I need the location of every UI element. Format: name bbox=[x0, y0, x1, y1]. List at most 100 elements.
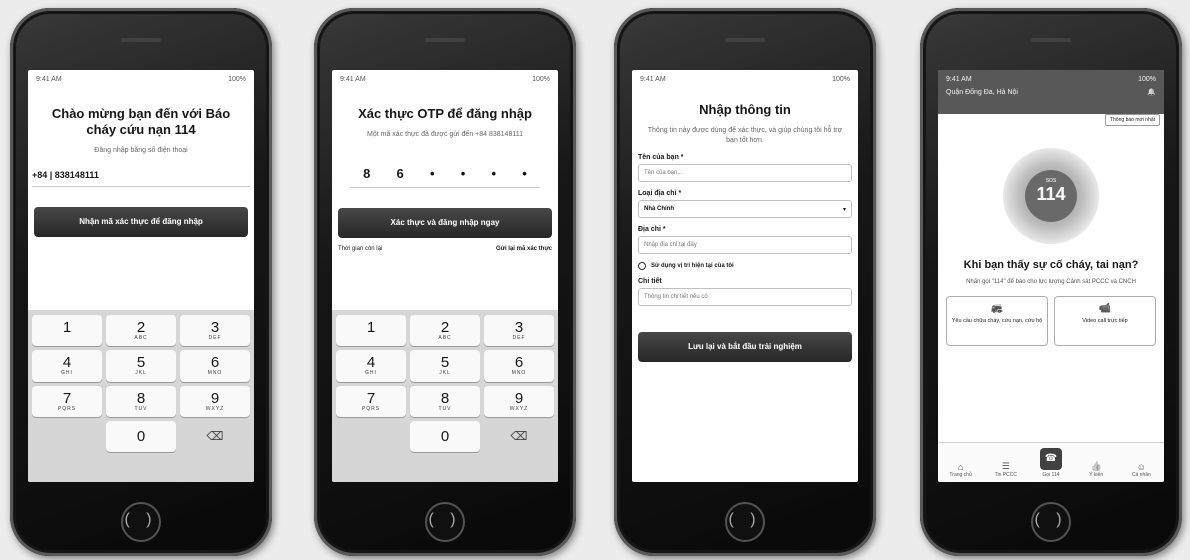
otp-title: Xác thực OTP để đăng nhập bbox=[358, 106, 532, 121]
address-type-select[interactable]: Nhà Chính ▾ bbox=[638, 200, 852, 218]
key-9[interactable]: 9 WXYZ bbox=[180, 385, 250, 417]
video-call-button[interactable]: 📹 Video call trực tiếp bbox=[1054, 296, 1156, 346]
save-start-button[interactable]: Lưu lại và bắt đầu trải nghiệm bbox=[638, 332, 852, 362]
key-digit: 1 bbox=[366, 319, 376, 337]
otp-subtitle: Một mã xác thực đã được gửi đến +84 8381… bbox=[367, 131, 523, 138]
otp-input[interactable]: 8 6 • • • • bbox=[350, 166, 540, 188]
phone-otp: 9:41 AM 100% Xác thực OTP để đăng nhập M… bbox=[314, 8, 576, 556]
key-digit: 2 bbox=[136, 319, 146, 337]
key-digit: 4 bbox=[366, 354, 376, 372]
status-time: 9:41 AM bbox=[946, 75, 972, 83]
key-letters: JKL bbox=[135, 370, 147, 377]
tab-home[interactable]: ⌂ Trang chủ bbox=[941, 462, 981, 478]
key-0[interactable]: 0 bbox=[410, 420, 480, 452]
key-7[interactable]: 7 PQRS bbox=[336, 385, 406, 417]
sos-badge: SOS 114 bbox=[1025, 170, 1077, 222]
bell-icon[interactable]: 🔔 bbox=[1147, 88, 1156, 96]
status-bar: 9:41 AM 100% bbox=[332, 70, 558, 88]
home-button[interactable] bbox=[1031, 502, 1071, 542]
key-digit: 6 bbox=[514, 354, 524, 372]
news-icon: ☰ bbox=[1001, 461, 1010, 471]
use-location-option[interactable]: Sử dụng vị trí hiện tại của tôi bbox=[638, 262, 852, 270]
resend-otp-link[interactable]: Gửi lại mã xác thực bbox=[496, 246, 552, 252]
key-0[interactable]: 0 bbox=[106, 420, 176, 452]
key-1[interactable]: 1 bbox=[32, 315, 102, 347]
key-7[interactable]: 7 PQRS bbox=[32, 385, 102, 417]
home-button[interactable] bbox=[725, 502, 765, 542]
request-otp-button[interactable]: Nhận mã xác thực để đăng nhập bbox=[34, 207, 248, 237]
phone-number-field[interactable]: +84 | 838148111 bbox=[32, 170, 250, 187]
key-letters: ABC bbox=[438, 335, 452, 342]
login-subtitle: Đăng nhập bằng số điện thoại bbox=[94, 147, 188, 154]
key-digit: 2 bbox=[440, 319, 450, 337]
backspace-icon[interactable]: ⌫ bbox=[484, 421, 554, 452]
key-digit: 7 bbox=[366, 389, 376, 407]
key-digit: 6 bbox=[210, 354, 220, 372]
status-bar: 9:41 AM 100% bbox=[938, 70, 1164, 88]
thumbs-up-icon: 👍 bbox=[1090, 461, 1102, 471]
key-letters: MNO bbox=[511, 370, 527, 377]
tab-label: Cá nhân bbox=[1131, 472, 1151, 478]
address-input[interactable]: Nhập địa chỉ tại đây bbox=[638, 236, 852, 254]
status-bar: 9:41 AM 100% bbox=[28, 70, 254, 88]
key-digit: 1 bbox=[62, 319, 72, 337]
detail-input[interactable]: Thông tin chi tiết nếu có bbox=[638, 288, 852, 306]
battery-icon: 100% bbox=[532, 75, 550, 83]
tab-news[interactable]: ☰ Tin PCCC bbox=[986, 461, 1026, 478]
key-5[interactable]: 5 JKL bbox=[410, 350, 480, 382]
emergency-number: 114 bbox=[1036, 184, 1066, 204]
key-9[interactable]: 9 WXYZ bbox=[484, 385, 554, 417]
detail-label: Chi tiết bbox=[638, 278, 662, 285]
backspace-icon[interactable]: ⌫ bbox=[180, 421, 250, 452]
info-subtitle: Thông tin này được dùng để xác thực, và … bbox=[647, 127, 843, 144]
verify-login-button[interactable]: Xác thực và đăng nhập ngay bbox=[338, 208, 552, 238]
key-letters: PQRS bbox=[57, 405, 77, 412]
otp-digit: • bbox=[429, 166, 435, 181]
speaker bbox=[1031, 38, 1071, 42]
numeric-keypad: 1 2 ABC 3 DEF 4 GHI 5 JKL 6 MNO 7 PQRS 8 TUV 9W… bbox=[28, 310, 254, 482]
key-5[interactable]: 5 JKL bbox=[106, 350, 176, 382]
key-2[interactable]: 2 ABC bbox=[106, 315, 176, 347]
info-screen: 9:41 AM 100% Nhập thông tin Thông tin nà… bbox=[632, 70, 858, 482]
key-2[interactable]: 2 ABC bbox=[410, 315, 480, 347]
key-8[interactable]: 8 TUV bbox=[410, 385, 480, 417]
battery-icon: 100% bbox=[228, 75, 246, 83]
key-3[interactable]: 3 DEF bbox=[180, 315, 250, 347]
bottom-tabbar: ⌂ Trang chủ ☰ Tin PCCC ☎ Gọi 114 👍 Ý kiến ☺ C… bbox=[938, 442, 1164, 482]
otp-digit: • bbox=[460, 166, 466, 181]
key-digit: 0 bbox=[440, 427, 450, 445]
home-button[interactable] bbox=[425, 502, 465, 542]
address-type-value: Nhà Chính bbox=[644, 206, 674, 212]
key-digit: 3 bbox=[514, 319, 524, 337]
key-letters: WXYZ bbox=[205, 405, 225, 412]
location-label[interactable]: Quận Đống Đa, Hà Nội bbox=[946, 89, 1018, 96]
home-button[interactable] bbox=[121, 502, 161, 542]
key-digit: 7 bbox=[62, 389, 72, 407]
key-digit: 9 bbox=[210, 389, 220, 407]
key-letters: ABC bbox=[134, 335, 148, 342]
key-digit: 5 bbox=[440, 354, 450, 372]
tab-profile[interactable]: ☺ Cá nhân bbox=[1121, 462, 1161, 478]
key-6[interactable]: 6 MNO bbox=[180, 350, 250, 382]
timer-label: Thời gian còn lại bbox=[338, 246, 383, 252]
phone-home: 9:41 AM 100% Quận Đống Đa, Hà Nội 🔔 Thôn… bbox=[920, 8, 1182, 556]
key-digit: 8 bbox=[440, 389, 450, 407]
fire-truck-icon: 🚒 bbox=[990, 303, 1004, 314]
tab-feedback[interactable]: 👍 Ý kiến bbox=[1076, 461, 1116, 478]
key-4[interactable]: 4 GHI bbox=[336, 350, 406, 382]
tab-call[interactable]: ☎ Gọi 114 bbox=[1031, 448, 1071, 478]
key-digit: 3 bbox=[210, 319, 220, 337]
key-6[interactable]: 6 MNO bbox=[484, 350, 554, 382]
rescue-request-button[interactable]: 🚒 Yêu cầu chữa cháy, cứu nạn, cứu hộ bbox=[946, 296, 1048, 346]
key-3[interactable]: 3 DEF bbox=[484, 315, 554, 347]
key-8[interactable]: 8 TUV bbox=[106, 385, 176, 417]
key-digit: 8 bbox=[136, 389, 146, 407]
notification-tooltip: Thông báo mới nhất bbox=[1105, 114, 1160, 126]
key-blank bbox=[336, 421, 406, 452]
name-input[interactable]: Tên của bạn... bbox=[638, 164, 852, 182]
key-letters: PQRS bbox=[361, 405, 381, 412]
key-4[interactable]: 4 GHI bbox=[32, 350, 102, 382]
call-114-button[interactable]: SOS 114 bbox=[1003, 148, 1099, 244]
key-1[interactable]: 1 bbox=[336, 315, 406, 347]
key-digit: 4 bbox=[62, 354, 72, 372]
